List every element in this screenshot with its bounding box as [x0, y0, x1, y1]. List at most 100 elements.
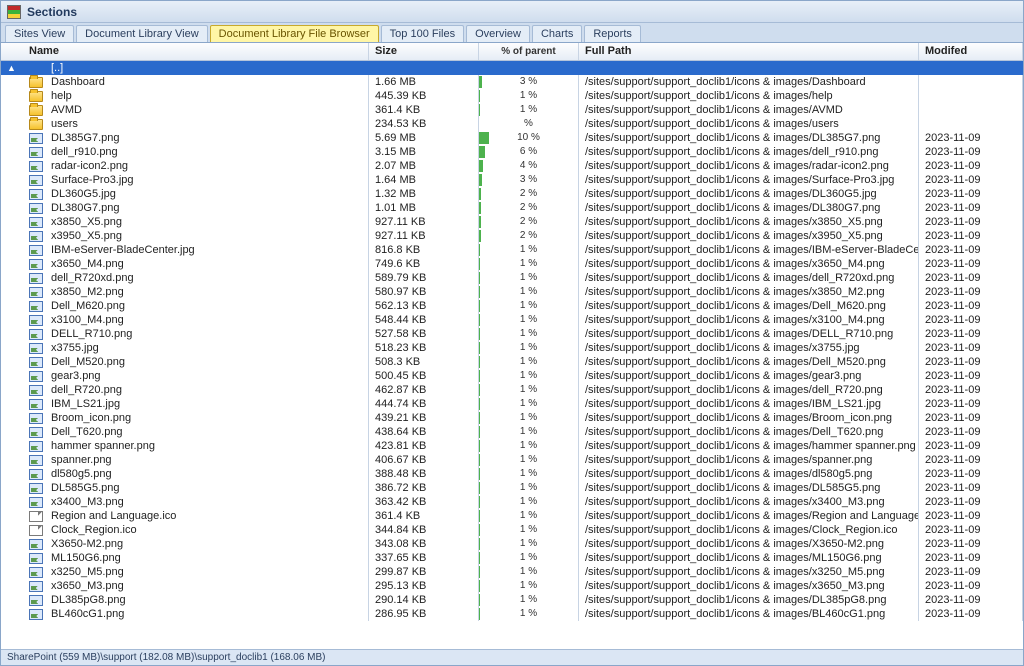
image-icon [23, 593, 45, 607]
table-row[interactable]: x3950_X5.png927.11 KB2 %/sites/support/s… [1, 229, 1023, 243]
cell-pct: 1 % [479, 271, 579, 285]
cell-name: Dell_M520.png [45, 355, 369, 369]
image-icon [23, 467, 45, 481]
table-row[interactable]: Clock_Region.ico344.84 KB1 %/sites/suppo… [1, 523, 1023, 537]
cell-modified: 2023-11-09 [919, 327, 1023, 341]
cell-modified: 2023-11-09 [919, 397, 1023, 411]
table-row[interactable]: x3850_M2.png580.97 KB1 %/sites/support/s… [1, 285, 1023, 299]
table-row[interactable]: DL380G7.png1.01 MB2 %/sites/support/supp… [1, 201, 1023, 215]
table-row[interactable]: DL385pG8.png290.14 KB1 %/sites/support/s… [1, 593, 1023, 607]
cell-pct: 10 % [479, 131, 579, 145]
table-row[interactable]: spanner.png406.67 KB1 %/sites/support/su… [1, 453, 1023, 467]
table-row[interactable]: hammer spanner.png423.81 KB1 %/sites/sup… [1, 439, 1023, 453]
cell-pct: 1 % [479, 383, 579, 397]
row-gutter [1, 579, 23, 593]
tab-charts[interactable]: Charts [532, 25, 582, 42]
cell-modified: 2023-11-09 [919, 131, 1023, 145]
cell-pct: 1 % [479, 411, 579, 425]
table-row[interactable]: radar-icon2.png2.07 MB4 %/sites/support/… [1, 159, 1023, 173]
cell-pct: 1 % [479, 579, 579, 593]
row-gutter [1, 341, 23, 355]
cell-path: /sites/support/support_doclib1/icons & i… [579, 117, 919, 131]
cell-size: 1.64 MB [369, 173, 479, 187]
table-row[interactable]: Surface-Pro3.jpg1.64 MB3 %/sites/support… [1, 173, 1023, 187]
col-header-icon[interactable] [1, 43, 23, 60]
table-row[interactable]: DL385G7.png5.69 MB10 %/sites/support/sup… [1, 131, 1023, 145]
tab-document-library-view[interactable]: Document Library View [76, 25, 208, 42]
table-row[interactable]: ML150G6.png337.65 KB1 %/sites/support/su… [1, 551, 1023, 565]
table-row[interactable]: x3400_M3.png363.42 KB1 %/sites/support/s… [1, 495, 1023, 509]
cell-pct: 1 % [479, 481, 579, 495]
table-row[interactable]: x3755.jpg518.23 KB1 %/sites/support/supp… [1, 341, 1023, 355]
table-row[interactable]: BL460cG1.png286.95 KB1 %/sites/support/s… [1, 607, 1023, 621]
table-row[interactable]: gear3.png500.45 KB1 %/sites/support/supp… [1, 369, 1023, 383]
table-row[interactable]: dell_r910.png3.15 MB6 %/sites/support/su… [1, 145, 1023, 159]
cell-path: /sites/support/support_doclib1/icons & i… [579, 551, 919, 565]
image-icon [23, 131, 45, 145]
parent-dir-arrow-icon: ▲ [1, 61, 23, 75]
tab-sites-view[interactable]: Sites View [5, 25, 74, 42]
cell-path: /sites/support/support_doclib1/icons & i… [579, 201, 919, 215]
row-gutter [1, 173, 23, 187]
cell-pct: 4 % [479, 159, 579, 173]
col-header-path[interactable]: Full Path [579, 43, 919, 60]
row-gutter [1, 187, 23, 201]
table-row[interactable]: Broom_icon.png439.21 KB1 %/sites/support… [1, 411, 1023, 425]
col-header-modified[interactable]: Modifed [919, 43, 1023, 60]
tab-overview[interactable]: Overview [466, 25, 530, 42]
table-row[interactable]: AVMD361.4 KB1 %/sites/support/support_do… [1, 103, 1023, 117]
grid-body[interactable]: ▲ [..] Dashboard1.66 MB3 %/sites/support… [1, 61, 1023, 649]
table-row[interactable]: Dashboard1.66 MB3 %/sites/support/suppor… [1, 75, 1023, 89]
row-gutter [1, 75, 23, 89]
table-row[interactable]: dell_R720xd.png589.79 KB1 %/sites/suppor… [1, 271, 1023, 285]
table-row[interactable]: Dell_M620.png562.13 KB1 %/sites/support/… [1, 299, 1023, 313]
table-row[interactable]: DELL_R710.png527.58 KB1 %/sites/support/… [1, 327, 1023, 341]
col-header-pct[interactable]: % of parent [479, 43, 579, 60]
row-gutter [1, 243, 23, 257]
cell-name: users [45, 117, 369, 131]
tab-reports[interactable]: Reports [584, 25, 641, 42]
table-row[interactable]: x3650_M4.png749.6 KB1 %/sites/support/su… [1, 257, 1023, 271]
cell-modified: 2023-11-09 [919, 495, 1023, 509]
tab-document-library-file-browser[interactable]: Document Library File Browser [210, 25, 379, 42]
table-row[interactable]: x3650_M3.png295.13 KB1 %/sites/support/s… [1, 579, 1023, 593]
cell-pct: 1 % [479, 257, 579, 271]
cell-name: x3650_M4.png [45, 257, 369, 271]
col-header-name[interactable]: Name [23, 43, 369, 60]
table-row[interactable]: Dell_M520.png508.3 KB1 %/sites/support/s… [1, 355, 1023, 369]
cell-name: IBM_LS21.jpg [45, 397, 369, 411]
image-icon [23, 257, 45, 271]
table-row[interactable]: X3650-M2.png343.08 KB1 %/sites/support/s… [1, 537, 1023, 551]
table-row[interactable]: x3100_M4.png548.44 KB1 %/sites/support/s… [1, 313, 1023, 327]
image-icon [23, 341, 45, 355]
table-row[interactable]: help445.39 KB1 %/sites/support/support_d… [1, 89, 1023, 103]
cell-modified: 2023-11-09 [919, 355, 1023, 369]
table-row[interactable]: dl580g5.png388.48 KB1 %/sites/support/su… [1, 467, 1023, 481]
table-row[interactable]: dell_R720.png462.87 KB1 %/sites/support/… [1, 383, 1023, 397]
cell-modified: 2023-11-09 [919, 411, 1023, 425]
table-row[interactable]: DL585G5.png386.72 KB1 %/sites/support/su… [1, 481, 1023, 495]
row-parent-dir[interactable]: ▲ [..] [1, 61, 1023, 75]
table-row[interactable]: users234.53 KB%/sites/support/support_do… [1, 117, 1023, 131]
row-gutter [1, 327, 23, 341]
row-gutter [1, 285, 23, 299]
table-row[interactable]: Region and Language.ico361.4 KB1 %/sites… [1, 509, 1023, 523]
image-icon [23, 285, 45, 299]
table-row[interactable]: Dell_T620.png438.64 KB1 %/sites/support/… [1, 425, 1023, 439]
table-row[interactable]: DL360G5.jpg1.32 MB2 %/sites/support/supp… [1, 187, 1023, 201]
cell-pct: 1 % [479, 369, 579, 383]
row-gutter [1, 313, 23, 327]
image-icon [23, 383, 45, 397]
image-icon [23, 607, 45, 621]
table-row[interactable]: IBM_LS21.jpg444.74 KB1 %/sites/support/s… [1, 397, 1023, 411]
tab-top-100-files[interactable]: Top 100 Files [381, 25, 464, 42]
table-row[interactable]: x3250_M5.png299.87 KB1 %/sites/support/s… [1, 565, 1023, 579]
cell-name: DL585G5.png [45, 481, 369, 495]
row-gutter [1, 355, 23, 369]
image-icon [23, 551, 45, 565]
cell-path: /sites/support/support_doclib1/icons & i… [579, 313, 919, 327]
cell-modified: 2023-11-09 [919, 579, 1023, 593]
table-row[interactable]: x3850_X5.png927.11 KB2 %/sites/support/s… [1, 215, 1023, 229]
table-row[interactable]: IBM-eServer-BladeCenter.jpg816.8 KB1 %/s… [1, 243, 1023, 257]
col-header-size[interactable]: Size [369, 43, 479, 60]
